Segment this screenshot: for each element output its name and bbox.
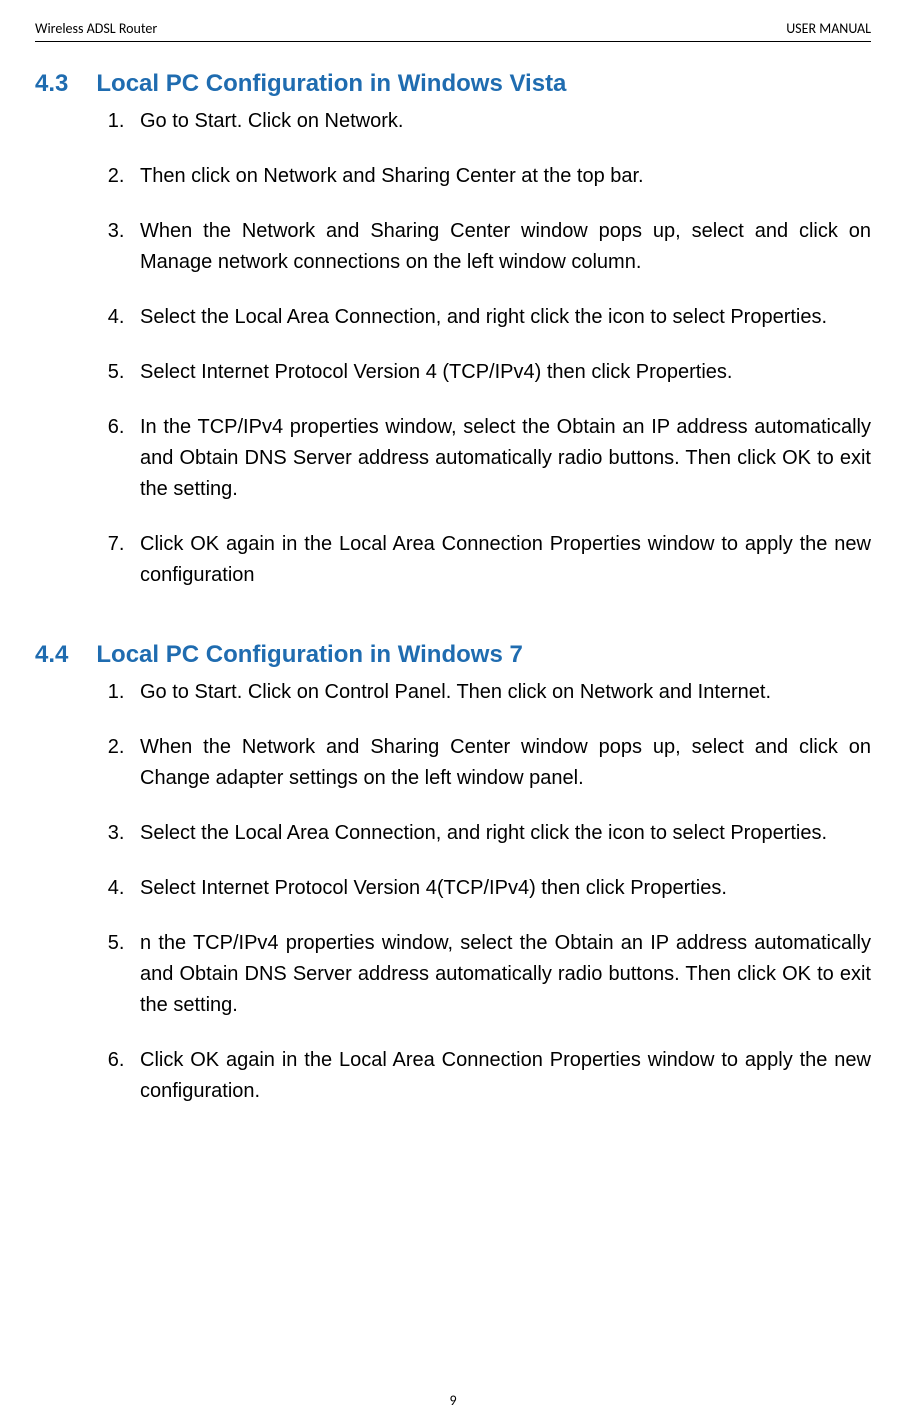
list-item: Select the Local Area Connection, and ri… (130, 818, 871, 849)
section-title-4-3: Local PC Configuration in Windows Vista (96, 70, 566, 97)
section-4-3: 4.3 Local PC Configuration in Windows Vis… (35, 70, 871, 591)
section-4-4: 4.4 Local PC Configuration in Windows 7 G… (35, 641, 871, 1107)
list-item: Click OK again in the Local Area Connect… (130, 1045, 871, 1107)
list-item: In the TCP/IPv4 properties window, selec… (130, 412, 871, 505)
list-item: Then click on Network and Sharing Center… (130, 161, 871, 192)
list-item: Click OK again in the Local Area Connect… (130, 529, 871, 591)
header-left: Wireless ADSL Router (35, 20, 157, 37)
list-item: When the Network and Sharing Center wind… (130, 732, 871, 794)
section-number-4-4: 4.4 (35, 641, 68, 669)
list-item: n the TCP/IPv4 properties window, select… (130, 928, 871, 1021)
list-item: Select the Local Area Connection, and ri… (130, 302, 871, 333)
list-item: When the Network and Sharing Center wind… (130, 216, 871, 278)
section-heading-4-3: 4.3 Local PC Configuration in Windows Vis… (35, 70, 871, 98)
header-right: USER MANUAL (786, 20, 871, 37)
section-heading-4-4: 4.4 Local PC Configuration in Windows 7 (35, 641, 871, 669)
list-item: Select Internet Protocol Version 4 (TCP/… (130, 357, 871, 388)
list-item: Select Internet Protocol Version 4(TCP/I… (130, 873, 871, 904)
section-4-3-list: Go to Start. Click on Network. Then clic… (35, 106, 871, 591)
list-item: Go to Start. Click on Network. (130, 106, 871, 137)
page-header: Wireless ADSL Router USER MANUAL (35, 20, 871, 42)
list-item: Go to Start. Click on Control Panel. The… (130, 677, 871, 708)
page-number: 9 (0, 1392, 906, 1409)
section-4-4-list: Go to Start. Click on Control Panel. The… (35, 677, 871, 1107)
section-number-4-3: 4.3 (35, 70, 68, 98)
section-title-4-4: Local PC Configuration in Windows 7 (96, 641, 522, 668)
